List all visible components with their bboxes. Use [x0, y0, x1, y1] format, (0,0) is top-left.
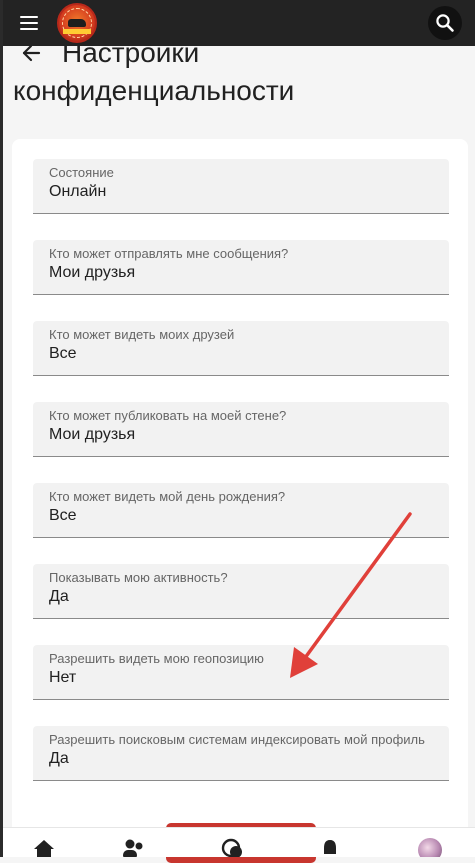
- field-value: Все: [49, 507, 77, 524]
- nav-friends[interactable]: [102, 828, 162, 857]
- field-value: Да: [49, 750, 69, 767]
- field-value: Нет: [49, 669, 77, 686]
- field-value: Мои друзья: [49, 426, 136, 443]
- field-label: Кто может публиковать на моей стене?: [49, 409, 287, 423]
- select-search-engine-indexing[interactable]: Разрешить поисковым системам индексирова…: [33, 726, 449, 781]
- field-label: Разрешить видеть мою геопозицию: [49, 652, 264, 666]
- search-icon: [436, 14, 454, 32]
- field-value: Онлайн: [49, 183, 107, 200]
- search-button[interactable]: [428, 6, 462, 40]
- hamburger-menu-icon[interactable]: [18, 12, 42, 34]
- select-who-can-post-on-wall[interactable]: Кто может публиковать на моей стене? Мои…: [33, 402, 449, 457]
- friends-icon: [123, 839, 143, 857]
- field-label: Кто может видеть моих друзей: [49, 328, 235, 342]
- screen-edge: [0, 0, 3, 857]
- field-value: Мои друзья: [49, 264, 136, 281]
- field-value: Все: [49, 345, 77, 362]
- page-title-line2: конфиденциальности: [13, 75, 295, 106]
- select-show-activity[interactable]: Показывать мою активность? Да: [33, 564, 449, 619]
- field-value: Да: [49, 588, 69, 605]
- home-icon: [34, 840, 54, 857]
- notifications-icon: [324, 840, 336, 854]
- select-who-can-see-friends[interactable]: Кто может видеть моих друзей Все: [33, 321, 449, 376]
- field-label: Кто может видеть мой день рождения?: [49, 490, 286, 504]
- messages-icon: [221, 838, 242, 857]
- field-label: Разрешить поисковым системам индексирова…: [49, 733, 425, 747]
- nav-home[interactable]: [14, 828, 74, 857]
- site-logo[interactable]: [57, 3, 97, 43]
- top-app-bar: [0, 0, 475, 46]
- nav-notifications[interactable]: [300, 828, 360, 857]
- profile-avatar[interactable]: [418, 838, 442, 857]
- field-label: Показывать мою активность?: [49, 571, 228, 585]
- bottom-navigation: [0, 827, 475, 857]
- select-show-geolocation[interactable]: Разрешить видеть мою геопозицию Нет: [33, 645, 449, 700]
- select-who-can-see-birthday[interactable]: Кто может видеть мой день рождения? Все: [33, 483, 449, 538]
- select-who-can-message[interactable]: Кто может отправлять мне сообщения? Мои …: [33, 240, 449, 295]
- field-label: Состояние: [49, 166, 114, 180]
- field-label: Кто может отправлять мне сообщения?: [49, 247, 289, 261]
- nav-messages[interactable]: [202, 828, 262, 857]
- select-status[interactable]: Состояние Онлайн: [33, 159, 449, 214]
